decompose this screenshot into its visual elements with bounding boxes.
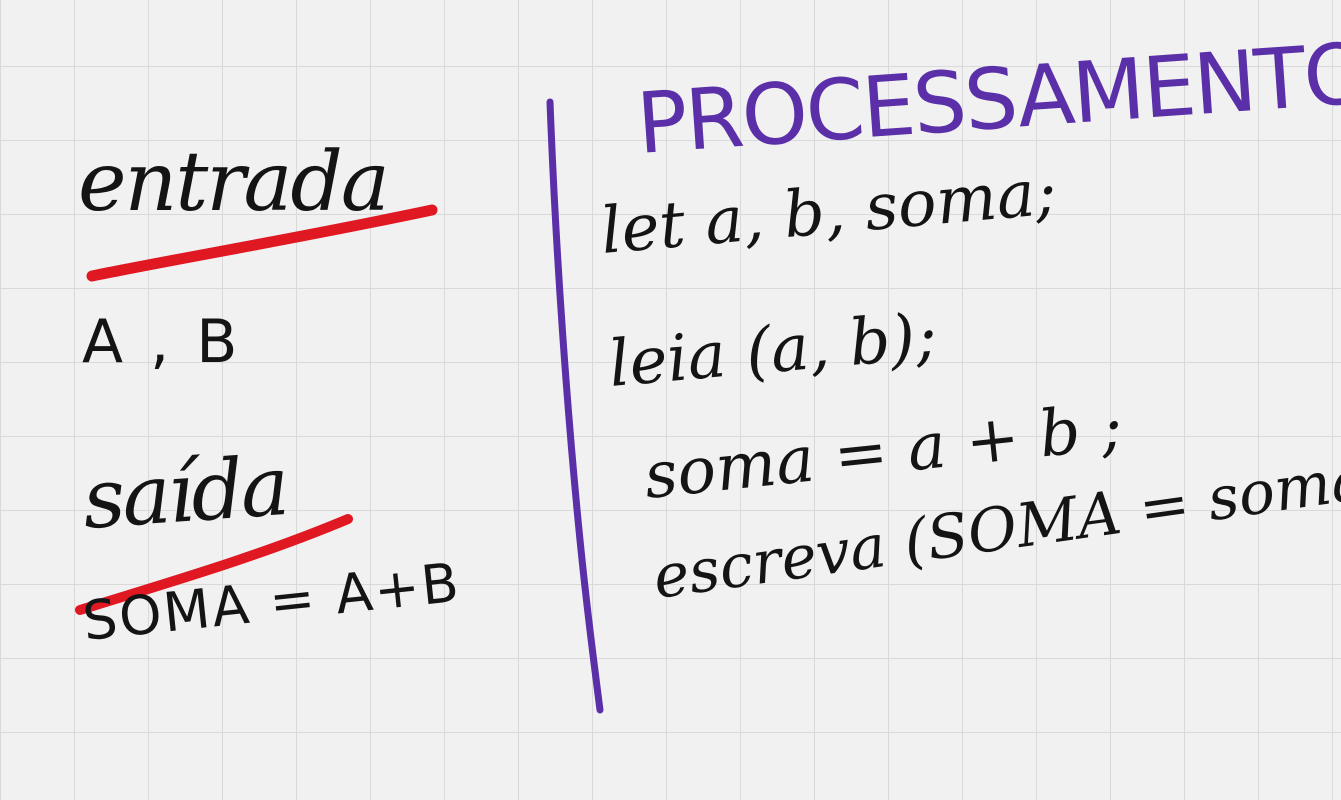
whiteboard-canvas: entrada A , B saída SOMA = A+B PROCESSAM…	[0, 0, 1341, 800]
heading-saida: saída	[79, 439, 290, 548]
input-values: A , B	[82, 307, 242, 377]
heading-entrada: entrada	[78, 135, 390, 230]
column-divider	[546, 98, 604, 714]
